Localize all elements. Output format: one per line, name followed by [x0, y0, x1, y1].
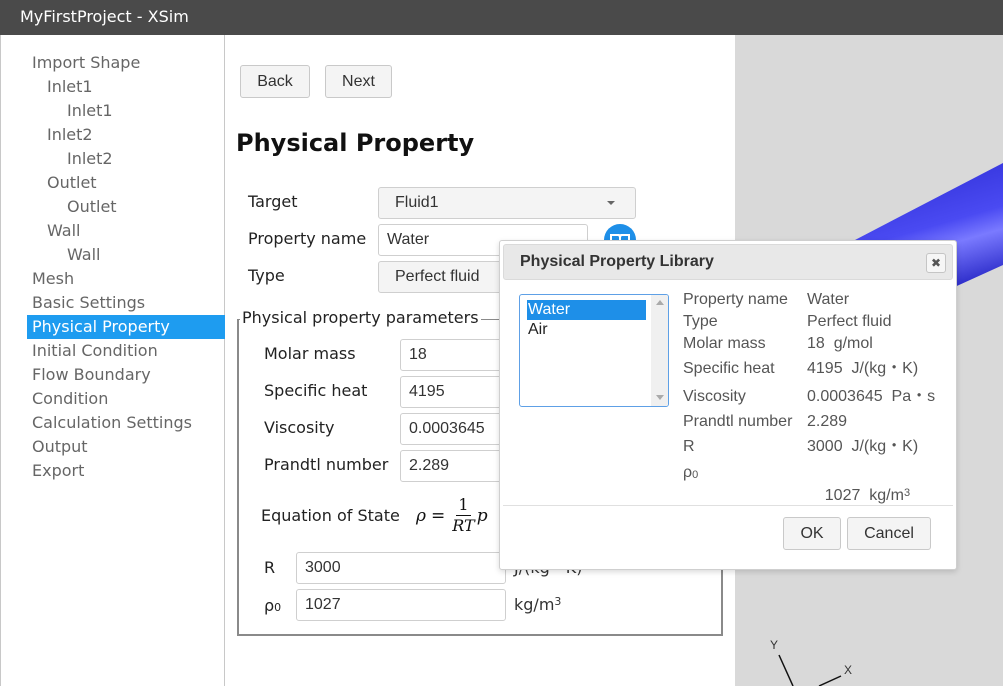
sidebar-item-physical-property[interactable]: Physical Property	[27, 315, 225, 339]
sidebar-item-initial-condition[interactable]: Initial Condition	[27, 339, 225, 363]
eos-numerator: 1	[456, 495, 471, 516]
target-value: Fluid1	[395, 194, 439, 211]
sidebar-item-export[interactable]: Export	[27, 459, 225, 483]
rho0-unit-base: kg/m	[514, 595, 555, 614]
molar-mass-input[interactable]: 18	[400, 339, 510, 371]
eos-rhs: p	[476, 505, 488, 526]
close-icon: ✖	[930, 256, 942, 270]
property-listbox[interactable]: Water Air	[519, 294, 669, 407]
detail-value: Perfect fluid	[807, 313, 892, 330]
rho0-value: 1027 kg/m	[824, 487, 904, 504]
target-label: Target	[248, 192, 298, 211]
dialog-header[interactable]: Physical Property Library ✖	[503, 244, 953, 280]
rho0-unit: kg/m3	[514, 595, 561, 615]
rho-symbol: ρ	[683, 464, 693, 481]
ok-button[interactable]: OK	[783, 517, 841, 550]
detail-value: Water	[807, 291, 850, 308]
target-select[interactable]: Fluid1	[378, 187, 636, 219]
type-label: Type	[248, 266, 285, 285]
x-axis-label: X	[844, 663, 852, 677]
viscosity-input[interactable]: 0.0003645	[400, 413, 510, 445]
sidebar-item-calculation-settings[interactable]: Calculation Settings	[27, 411, 225, 435]
y-axis-label: Y	[770, 638, 778, 652]
specific-heat-label: Specific heat	[264, 381, 368, 400]
next-button[interactable]: Next	[325, 65, 392, 98]
eos-denominator: RT	[452, 516, 475, 535]
y-axis-line	[778, 654, 794, 686]
sidebar-item-inlet1-group[interactable]: Inlet1	[47, 75, 93, 99]
type-value: Perfect fluid	[395, 268, 480, 285]
viscosity-label: Viscosity	[264, 418, 335, 437]
listbox-scrollbar[interactable]	[651, 295, 668, 406]
sidebar-item-condition[interactable]: Condition	[27, 387, 225, 411]
detail-key: R	[683, 438, 695, 455]
sidebar-item-import-shape[interactable]: Import Shape	[27, 51, 225, 75]
eos-fraction: 1 RT	[452, 495, 474, 536]
sidebar-item-mesh[interactable]: Mesh	[27, 267, 225, 291]
detail-key: Property name	[683, 291, 788, 308]
eos-equals: =	[431, 505, 446, 526]
dialog-title: Physical Property Library	[520, 253, 714, 270]
detail-value: 3000 J/(kg・K)	[807, 438, 919, 455]
sidebar-item-inlet1[interactable]: Inlet1	[67, 99, 113, 123]
sidebar-item-inlet2[interactable]: Inlet2	[67, 147, 113, 171]
detail-key: Molar mass	[683, 335, 766, 352]
prandtl-number-input[interactable]: 2.289	[400, 450, 510, 482]
sidebar-item-inlet2-group[interactable]: Inlet2	[47, 123, 93, 147]
property-name-label: Property name	[248, 229, 367, 248]
rho0-unit-exponent: 3	[903, 487, 911, 499]
molar-mass-label: Molar mass	[264, 344, 356, 363]
detail-value: 0.0003645 Pa・s	[807, 388, 936, 405]
detail-value: 2.289	[807, 413, 848, 430]
sidebar-item-wall-group[interactable]: Wall	[47, 219, 81, 243]
r-input[interactable]: 3000	[296, 552, 506, 584]
rho0-label: ρ0	[264, 596, 281, 616]
rho-symbol: ρ	[264, 596, 275, 615]
sidebar-item-output[interactable]: Output	[27, 435, 225, 459]
list-option-water[interactable]: Water	[527, 300, 646, 320]
close-button[interactable]: ✖	[926, 253, 946, 273]
sidebar-item-outlet[interactable]: Outlet	[67, 195, 117, 219]
parameters-legend: Physical property parameters	[240, 308, 481, 328]
cancel-button[interactable]: Cancel	[847, 517, 931, 550]
rho0-input[interactable]: 1027	[296, 589, 506, 621]
window-title: MyFirstProject - XSim	[20, 7, 189, 26]
eos-lhs: ρ	[416, 505, 426, 526]
specific-heat-input[interactable]: 4195	[400, 376, 510, 408]
detail-value: 18 g/mol	[807, 335, 873, 352]
detail-value: 4195 J/(kg・K)	[807, 360, 919, 377]
scroll-down-icon[interactable]	[656, 395, 664, 400]
r-label: R	[264, 558, 276, 577]
list-option-air[interactable]: Air	[527, 320, 646, 340]
rho-subscript: 0	[274, 601, 282, 614]
equation-of-state-label: Equation of State	[261, 506, 400, 525]
detail-key-rho0: ρ0	[683, 463, 698, 483]
scroll-up-icon[interactable]	[656, 300, 664, 305]
detail-key: Viscosity	[683, 388, 746, 405]
sidebar-nav: Import Shape Inlet1 Inlet1 Inlet2 Inlet2…	[0, 35, 225, 686]
equation-of-state-formula: ρ = 1 RT p	[416, 495, 488, 536]
rho-subscript: 0	[692, 469, 699, 481]
x-axis-line	[818, 675, 842, 686]
detail-key: Type	[683, 313, 718, 330]
rho0-unit-exponent: 3	[554, 595, 562, 608]
back-button[interactable]: Back	[240, 65, 310, 98]
physical-property-library-dialog: Physical Property Library ✖ Water Air Pr…	[499, 240, 957, 570]
sidebar-item-flow-boundary[interactable]: Flow Boundary	[27, 363, 225, 387]
detail-key: Specific heat	[683, 360, 775, 377]
window-titlebar: MyFirstProject - XSim	[0, 0, 1003, 35]
detail-key: Prandtl number	[683, 413, 793, 430]
page-title: Physical Property	[236, 129, 475, 157]
sidebar-item-wall[interactable]: Wall	[67, 243, 101, 267]
prandtl-number-label: Prandtl number	[264, 455, 389, 474]
sidebar-item-basic-settings[interactable]: Basic Settings	[27, 291, 225, 315]
chevron-down-icon	[607, 201, 615, 205]
dialog-divider	[503, 505, 953, 506]
sidebar-item-outlet-group[interactable]: Outlet	[47, 171, 97, 195]
